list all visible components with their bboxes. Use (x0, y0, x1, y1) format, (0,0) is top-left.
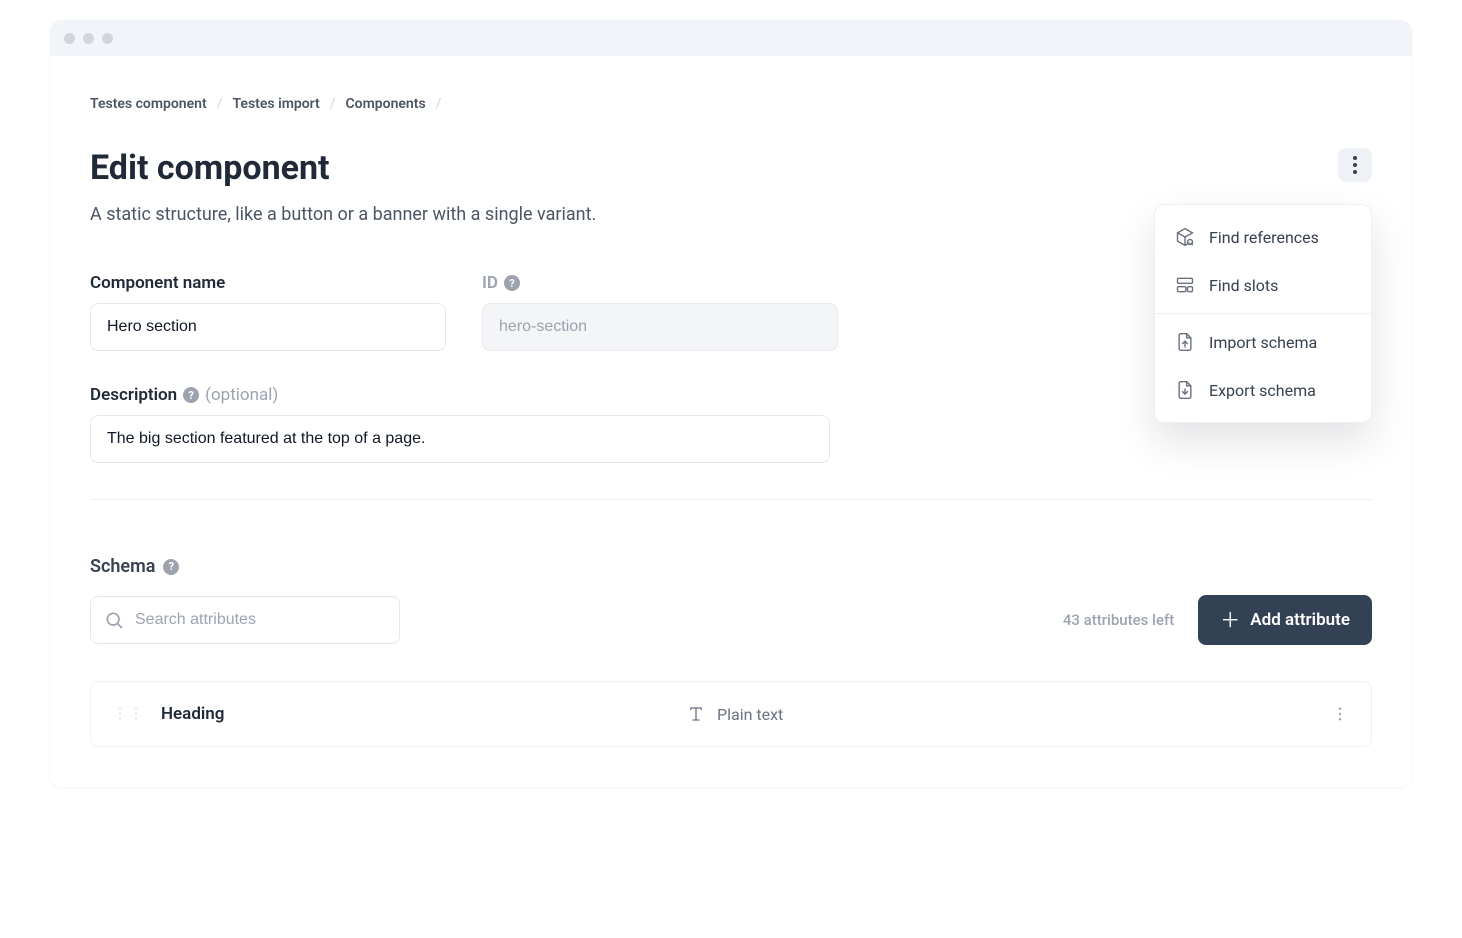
cube-search-icon (1175, 227, 1195, 247)
breadcrumb-item[interactable]: Testes import (232, 96, 319, 112)
drag-handle-icon[interactable]: ⋮⋮ (113, 706, 145, 722)
attributes-remaining: 43 attributes left (1063, 611, 1174, 629)
breadcrumb-separator: / (330, 96, 336, 112)
attribute-more-button[interactable] (1331, 705, 1349, 723)
add-attribute-label: Add attribute (1250, 610, 1350, 630)
title-bar (50, 20, 1412, 56)
schema-heading: Schema ? (90, 556, 1372, 577)
traffic-light-close[interactable] (64, 33, 75, 44)
description-label: Description ? (optional) (90, 385, 830, 405)
add-attribute-button[interactable]: ＋ Add attribute (1198, 595, 1372, 645)
file-export-icon (1175, 380, 1195, 400)
help-icon[interactable]: ? (163, 559, 179, 575)
schema-heading-text: Schema (90, 556, 155, 577)
more-actions-button[interactable] (1338, 148, 1372, 182)
component-name-label: Component name (90, 273, 446, 293)
search-attributes-input[interactable] (90, 596, 400, 644)
file-import-icon (1175, 332, 1195, 352)
page-header: Edit component (90, 148, 1372, 204)
attribute-type: Plain text (687, 705, 783, 724)
id-field: ID ? (482, 273, 838, 351)
description-label-text: Description (90, 385, 177, 405)
menu-find-references[interactable]: Find references (1155, 213, 1371, 261)
section-divider (90, 499, 1372, 500)
content-area: Testes component / Testes import / Compo… (50, 56, 1412, 787)
menu-item-label: Export schema (1209, 381, 1316, 400)
breadcrumb-separator: / (217, 96, 223, 112)
description-field: Description ? (optional) (90, 385, 830, 463)
plus-icon: ＋ (1220, 610, 1240, 630)
search-icon (104, 610, 124, 630)
attribute-type-label: Plain text (717, 705, 783, 724)
menu-item-label: Import schema (1209, 333, 1317, 352)
actions-dropdown: Find references Find slots Import schema (1154, 204, 1372, 423)
menu-divider (1155, 313, 1371, 314)
breadcrumb-item[interactable]: Testes component (90, 96, 207, 112)
description-input[interactable] (90, 415, 830, 463)
breadcrumb-separator: / (436, 96, 442, 112)
id-label: ID ? (482, 273, 838, 293)
attribute-row[interactable]: ⋮⋮ Heading Plain text (90, 681, 1372, 747)
menu-import-schema[interactable]: Import schema (1155, 318, 1371, 366)
layout-slots-icon (1175, 275, 1195, 295)
traffic-light-minimize[interactable] (83, 33, 94, 44)
menu-find-slots[interactable]: Find slots (1155, 261, 1371, 309)
text-type-icon (687, 705, 705, 723)
help-icon[interactable]: ? (504, 275, 520, 291)
menu-item-label: Find references (1209, 228, 1319, 247)
breadcrumb-item[interactable]: Components (346, 96, 426, 112)
vertical-dots-icon (1353, 156, 1357, 174)
help-icon[interactable]: ? (183, 387, 199, 403)
traffic-light-maximize[interactable] (102, 33, 113, 44)
component-name-input[interactable] (90, 303, 446, 351)
id-label-text: ID (482, 273, 498, 293)
schema-toolbar-right: 43 attributes left ＋ Add attribute (1063, 595, 1372, 645)
schema-toolbar: 43 attributes left ＋ Add attribute (90, 595, 1372, 645)
component-name-field: Component name (90, 273, 446, 351)
optional-hint: (optional) (205, 385, 278, 405)
breadcrumb: Testes component / Testes import / Compo… (90, 96, 1372, 112)
menu-export-schema[interactable]: Export schema (1155, 366, 1371, 414)
id-input (482, 303, 838, 351)
page-title: Edit component (90, 148, 330, 188)
search-attributes-wrap (90, 596, 400, 644)
menu-item-label: Find slots (1209, 276, 1278, 295)
attribute-name: Heading (161, 704, 224, 724)
app-window: Testes component / Testes import / Compo… (50, 20, 1412, 787)
